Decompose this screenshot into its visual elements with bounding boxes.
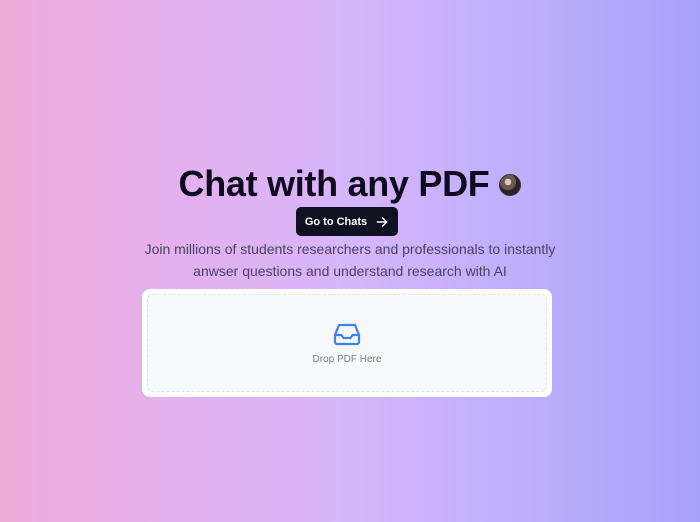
avatar[interactable] — [499, 174, 522, 196]
pdf-dropzone[interactable]: Drop PDF Here — [147, 294, 547, 392]
inbox-icon — [333, 323, 361, 345]
hero-section: Chat with any PDF Go to Chats Join milli… — [0, 0, 700, 522]
subtitle-line-1: Join millions of students researchers an… — [144, 241, 556, 257]
page-title: Chat with any PDF — [178, 163, 490, 204]
go-to-chats-label: Go to Chats — [304, 215, 368, 228]
subtitle: Join millions of students researchers an… — [110, 238, 590, 282]
title-row: Chat with any PDF — [0, 162, 700, 206]
subtitle-line-2: anwser questions and understand research… — [193, 263, 507, 279]
go-to-chats-button[interactable]: Go to Chats — [296, 207, 398, 236]
dropzone-label: Drop PDF Here — [312, 353, 382, 365]
upload-card: Drop PDF Here — [142, 289, 552, 397]
arrow-right-icon — [376, 216, 388, 227]
